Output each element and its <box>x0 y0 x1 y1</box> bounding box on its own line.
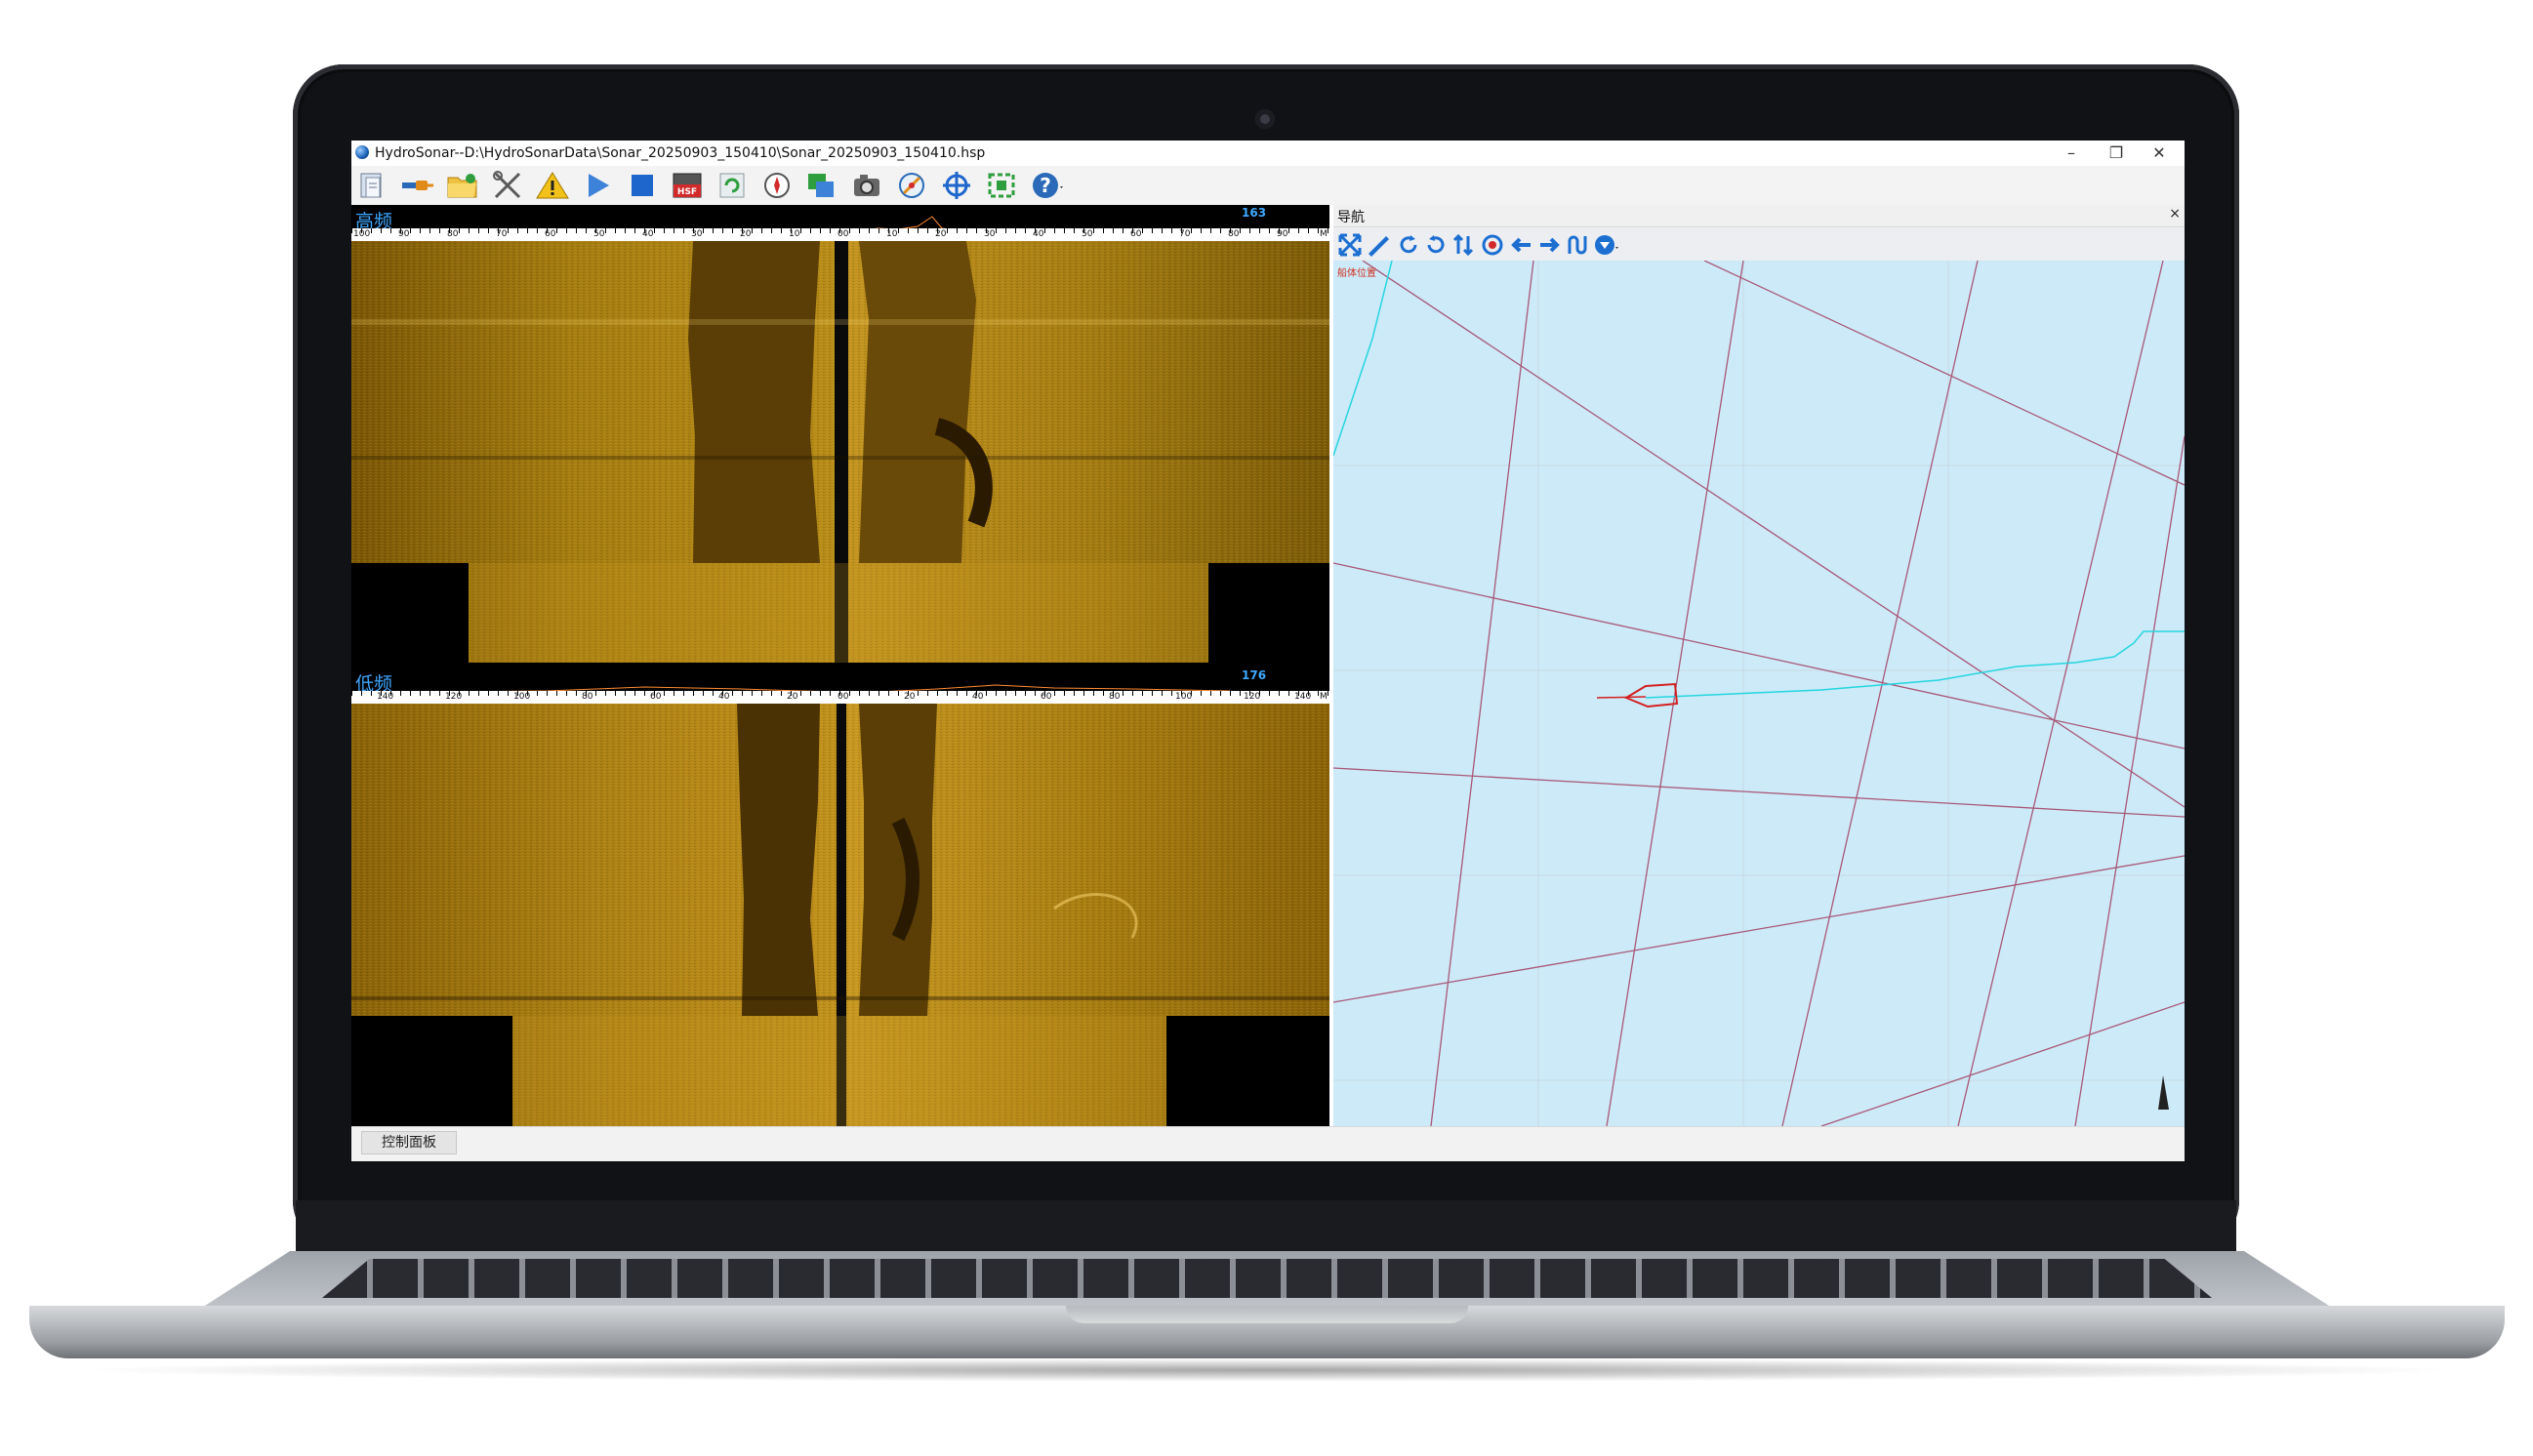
navigation-title-bar: 导航 × <box>1333 205 2185 227</box>
app-window: HydroSonar--D:\HydroSonarData\Sonar_2025… <box>351 141 2185 1161</box>
high-frequency-sonar-image[interactable] <box>351 241 1329 667</box>
low-frequency-value: 176 <box>1242 668 1267 682</box>
ruler-label: 40 <box>972 692 984 702</box>
low-frequency-waterfall <box>351 704 1329 1126</box>
map-chart <box>1333 261 2185 1126</box>
ruler-label: 70 <box>1179 229 1191 239</box>
ruler-label: 60 <box>650 692 662 702</box>
ruler-label: 00 <box>838 692 849 702</box>
help-icon[interactable]: ? <box>1029 170 1064 201</box>
ruler-label: 30 <box>984 229 996 239</box>
navigation-title: 导航 <box>1337 210 1365 225</box>
laptop-keyboard <box>322 1259 2212 1298</box>
ruler-label: 60 <box>1130 229 1142 239</box>
ruler-label: 80 <box>582 692 593 702</box>
ruler-label: 20 <box>904 692 916 702</box>
ruler-label: 60 <box>545 229 556 239</box>
u-turn-icon[interactable] <box>1564 232 1589 258</box>
ruler-label: 120 <box>445 692 463 702</box>
ruler-label: 40 <box>1033 229 1044 239</box>
compass-target-icon[interactable] <box>1480 232 1505 258</box>
low-frequency-signal-trace <box>449 684 1230 693</box>
ruler-label: 50 <box>1082 229 1093 239</box>
ruler-label: 140 <box>1294 692 1312 702</box>
ruler-label: 20 <box>787 692 798 702</box>
navigation-toolbar <box>1333 227 2185 261</box>
webcam <box>1255 109 1275 129</box>
ruler-label: 120 <box>1244 692 1261 702</box>
navigation-close-button[interactable]: × <box>2169 206 2181 222</box>
ruler-label: 50 <box>593 229 605 239</box>
ruler-label: 20 <box>935 229 947 239</box>
ruler-label: 30 <box>691 229 703 239</box>
rotate-cw-icon[interactable] <box>1396 232 1421 258</box>
navigation-map[interactable]: 船体位置 <box>1333 261 2185 1126</box>
expand-icon[interactable] <box>1337 232 1363 258</box>
layers-icon[interactable] <box>804 170 839 201</box>
control-panel-tab[interactable]: 控制面板 <box>361 1131 457 1154</box>
gps-icon[interactable] <box>894 170 929 201</box>
zoom-fit-icon[interactable] <box>984 170 1019 201</box>
rotate-ccw-icon[interactable] <box>1423 232 1449 258</box>
arrow-right-icon[interactable] <box>1536 232 1562 258</box>
signal-cable-icon[interactable] <box>400 170 435 201</box>
svg-text:?: ? <box>1040 174 1051 197</box>
high-frequency-value: 163 <box>1242 206 1267 220</box>
ruler-label: 90 <box>398 229 410 239</box>
camera-icon[interactable] <box>849 170 884 201</box>
sonar-view: 高频 163 100 90 80 70 60 50 40 30 20 10 00… <box>351 205 1329 1126</box>
ruler-label: 80 <box>447 229 459 239</box>
ruler-label: 90 <box>1277 229 1288 239</box>
ruler-label: 20 <box>740 229 752 239</box>
filter-dropdown-icon[interactable] <box>1593 232 1618 258</box>
low-frequency-ruler: 140 120 100 80 60 40 20 00 20 40 60 80 1… <box>351 691 1329 704</box>
ruler-label: 60 <box>1041 692 1052 702</box>
ruler-label: 100 <box>353 229 371 239</box>
refresh-icon[interactable] <box>715 170 750 201</box>
ruler-unit: M <box>1320 229 1328 239</box>
low-frequency-sonar-image[interactable] <box>351 704 1329 1126</box>
status-bar: 控制面板 <box>351 1126 2185 1161</box>
arrow-left-icon[interactable] <box>1509 232 1534 258</box>
crosshair-icon[interactable] <box>939 170 974 201</box>
app-globe-icon <box>355 145 369 159</box>
laptop-notch <box>1066 1306 1468 1323</box>
main-toolbar: HSF ? <box>351 166 2185 205</box>
title-bar: HydroSonar--D:\HydroSonarData\Sonar_2025… <box>351 141 2185 166</box>
open-file-icon[interactable] <box>355 170 390 201</box>
ruler-label: 40 <box>642 229 654 239</box>
hsf-icon[interactable]: HSF <box>670 170 705 201</box>
compass-icon[interactable] <box>759 170 795 201</box>
ruler-label: 10 <box>789 229 800 239</box>
folder-icon[interactable] <box>445 170 480 201</box>
play-icon[interactable] <box>580 170 615 201</box>
window-title: HydroSonar--D:\HydroSonarData\Sonar_2025… <box>375 145 986 161</box>
ruler-label: 70 <box>496 229 508 239</box>
warning-icon[interactable] <box>535 170 570 201</box>
navigation-panel: 导航 × 船体位置 <box>1333 205 2185 1126</box>
ruler-icon[interactable] <box>1365 232 1390 258</box>
ruler-label: 100 <box>1175 692 1193 702</box>
laptop-chin <box>296 1200 2236 1251</box>
high-frequency-ruler: 100 90 80 70 60 50 40 30 20 10 00 10 20 … <box>351 228 1329 241</box>
ruler-label: 100 <box>513 692 531 702</box>
map-position-label: 船体位置 <box>1337 268 1376 279</box>
tools-icon[interactable] <box>490 170 525 201</box>
ruler-label: 140 <box>377 692 394 702</box>
swap-vertical-icon[interactable] <box>1450 232 1476 258</box>
laptop-shadow <box>68 1358 2466 1382</box>
close-button[interactable]: ✕ <box>2132 141 2185 166</box>
ruler-label: 00 <box>838 229 849 239</box>
ruler-label: 40 <box>718 692 730 702</box>
ruler-label: 10 <box>886 229 898 239</box>
ruler-unit: M <box>1320 692 1328 702</box>
ruler-label: 80 <box>1228 229 1240 239</box>
hsf-label: HSF <box>677 187 697 197</box>
ruler-label: 80 <box>1109 692 1121 702</box>
high-frequency-waterfall <box>351 241 1329 667</box>
stop-icon[interactable] <box>625 170 660 201</box>
